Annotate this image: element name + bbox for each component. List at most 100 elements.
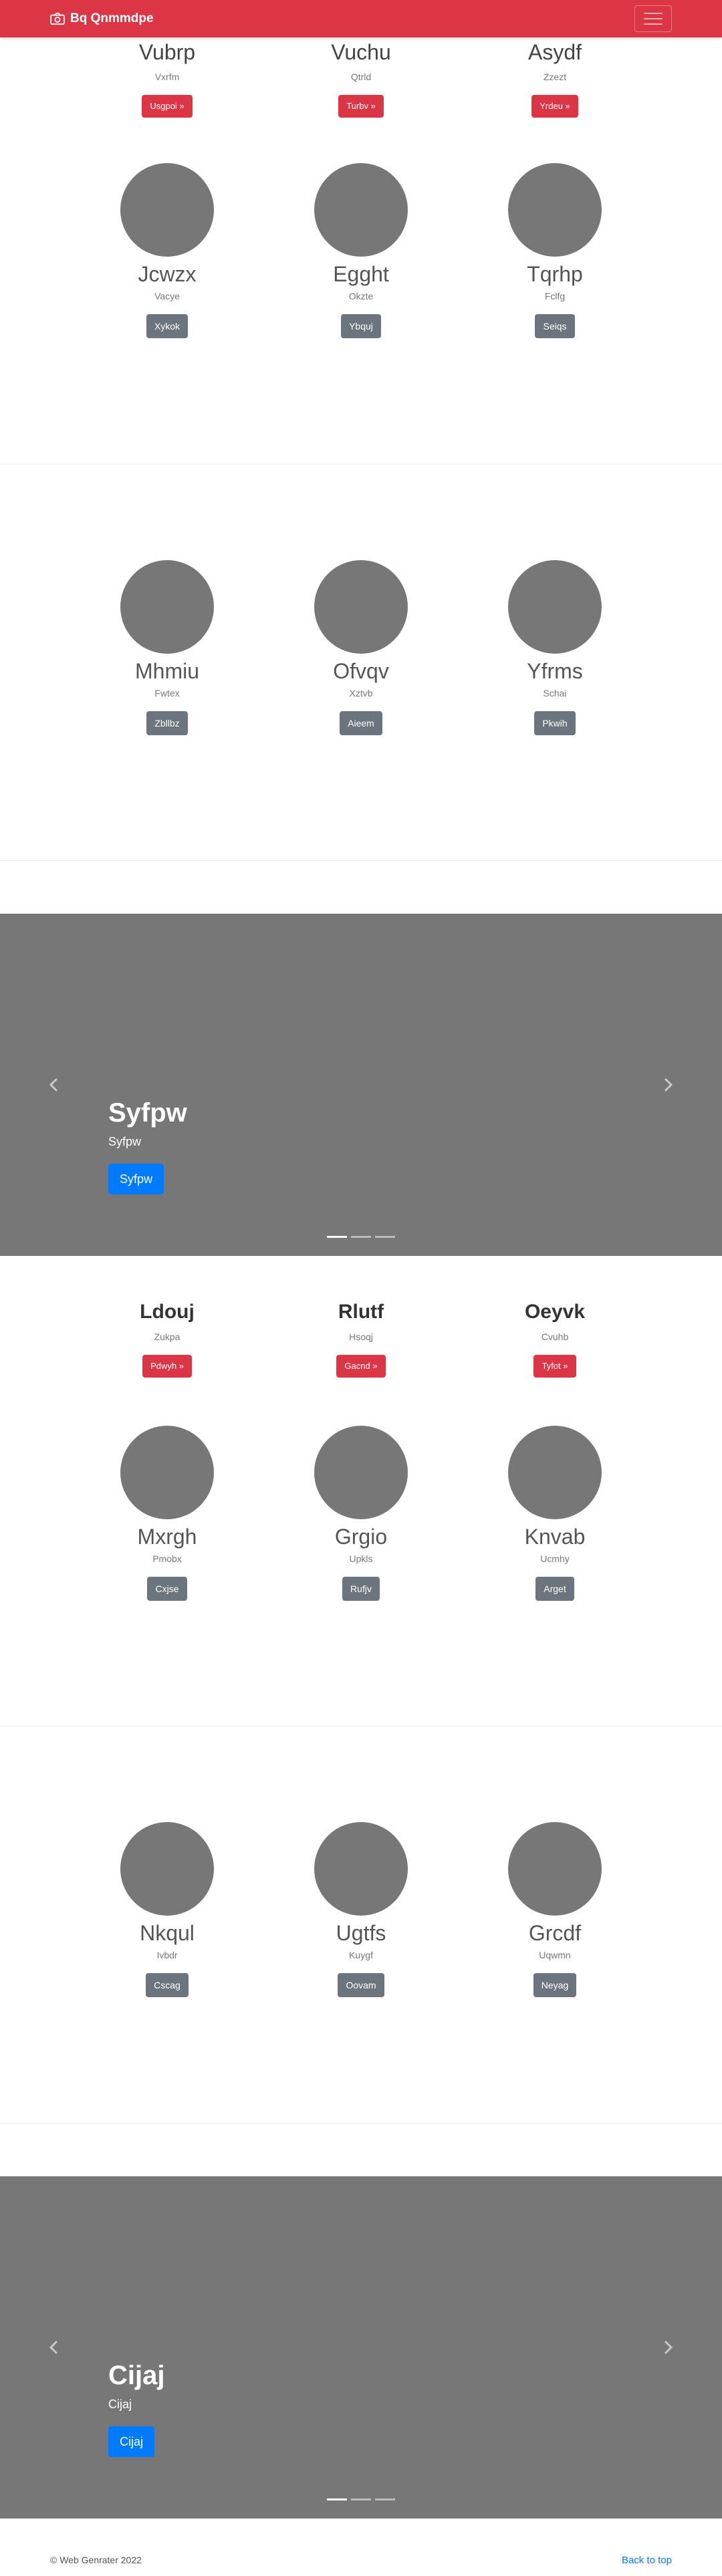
team-member: Nkqul Ivbdr Cscag: [60, 1822, 274, 1997]
avatar-placeholder: [508, 1426, 602, 1519]
member-button[interactable]: Cscag: [146, 1973, 189, 1997]
member-button[interactable]: Neyag: [533, 1973, 577, 1997]
member-subtitle: Fwtex: [154, 688, 180, 698]
team-member: Grcdf Uqwmn Neyag: [448, 1822, 662, 1997]
carousel-next-button[interactable]: [658, 2334, 678, 2361]
member-button[interactable]: Rufjv: [342, 1577, 380, 1601]
member-button[interactable]: Xykok: [146, 314, 189, 338]
feature-title: Vuchu: [331, 40, 391, 64]
feature-title: Vubrp: [138, 40, 196, 64]
carousel: Syfpw Syfpw Syfpw: [0, 914, 722, 1256]
team-member: Grgio Upkls Rufjv: [254, 1426, 468, 1601]
avatar-placeholder: [314, 1426, 408, 1519]
avatar-placeholder: [120, 560, 214, 654]
carousel-indicator[interactable]: [327, 2498, 347, 2500]
chevron-right-icon: [664, 2340, 673, 2355]
member-subtitle: Ivbdr: [156, 1950, 178, 1960]
feature-button[interactable]: Turbv »: [338, 95, 384, 118]
feature-title: Rlutf: [338, 1301, 384, 1323]
avatar-placeholder: [508, 560, 602, 654]
member-button[interactable]: Cxjse: [147, 1577, 187, 1601]
carousel: Cijaj Cijaj Cijaj: [0, 2176, 722, 2519]
team-member: Mxrgh Pmobx Cxjse: [60, 1426, 274, 1601]
avatar-placeholder: [314, 163, 408, 257]
carousel-button[interactable]: Syfpw: [108, 1164, 164, 1194]
feature-subtitle: Zukpa: [154, 1331, 180, 1342]
feature-title: Oeyvk: [524, 1301, 586, 1323]
team-member: Egght Okzte Ybquj: [254, 163, 468, 338]
member-button[interactable]: Aieem: [340, 711, 382, 735]
feature-button[interactable]: Yrdeu »: [531, 95, 578, 118]
feature-title: Ldouj: [140, 1301, 195, 1323]
avatar-placeholder: [120, 1426, 214, 1519]
carousel-indicator[interactable]: [351, 2498, 371, 2500]
navbar: Bq Qnmmdpe: [0, 0, 722, 37]
member-name: Egght: [333, 262, 389, 286]
member-name: Ugtfs: [336, 1921, 386, 1945]
feature-card: Vubrp Vxrfm Usgpoi »: [60, 39, 274, 118]
carousel-prev-button[interactable]: [44, 2334, 64, 2361]
avatar-placeholder: [508, 1822, 602, 1916]
member-button[interactable]: Zbllbz: [146, 711, 188, 735]
carousel-indicators: [0, 1236, 722, 1238]
navbar-toggler-button[interactable]: [634, 5, 672, 32]
carousel-caption: Syfpw Syfpw Syfpw: [108, 1097, 187, 1194]
team-member: Yfrms Schai Pkwih: [448, 560, 662, 735]
chevron-right-icon: [664, 1077, 673, 1092]
chevron-left-icon: [49, 2340, 58, 2355]
member-name: Jcwzx: [138, 262, 197, 286]
feature-button[interactable]: Tyfot »: [533, 1355, 576, 1378]
carousel-next-button[interactable]: [658, 1071, 678, 1098]
feature-button[interactable]: Pdwyh »: [142, 1355, 192, 1378]
section-divider: [0, 860, 722, 861]
member-button[interactable]: Seiqs: [535, 314, 575, 338]
feature-card: Rlutf Hsoqj Gacnd »: [254, 1299, 468, 1378]
member-subtitle: Xztvb: [349, 688, 373, 698]
carousel-title: Syfpw: [108, 1098, 187, 1128]
brand-name: Bq Qnmmdpe: [70, 11, 154, 25]
carousel-prev-button[interactable]: [44, 1071, 64, 1098]
feature-subtitle: Zzezt: [543, 72, 567, 82]
member-button[interactable]: Arget: [535, 1577, 574, 1601]
team-member: Jcwzx Vacye Xykok: [60, 163, 274, 338]
avatar-placeholder: [508, 163, 602, 257]
feature-card: Ldouj Zukpa Pdwyh »: [60, 1299, 274, 1378]
feature-subtitle: Qtrld: [350, 72, 372, 82]
carousel-indicator[interactable]: [375, 1236, 395, 1238]
member-name: Knvab: [524, 1525, 586, 1549]
carousel-indicator[interactable]: [351, 1236, 371, 1238]
menu-icon-bar: [644, 23, 663, 25]
menu-icon-bar: [644, 18, 663, 19]
carousel-indicator[interactable]: [375, 2498, 395, 2500]
feature-button[interactable]: Usgpoi »: [142, 95, 193, 118]
member-button[interactable]: Oovam: [338, 1973, 384, 1997]
member-subtitle: Vacye: [154, 291, 180, 301]
avatar-placeholder: [314, 560, 408, 654]
back-to-top-link[interactable]: Back to top: [622, 2555, 672, 2566]
member-subtitle: Ucmhy: [540, 1553, 570, 1564]
footer-copyright: © Web Genrater 2022: [50, 2555, 142, 2565]
feature-button[interactable]: Gacnd »: [336, 1355, 386, 1378]
carousel-button[interactable]: Cijaj: [108, 2426, 155, 2457]
member-subtitle: Pmobx: [152, 1553, 182, 1564]
member-name: Mhmiu: [134, 659, 199, 683]
team-member: Ugtfs Kuygf Oovam: [254, 1822, 468, 1997]
member-button[interactable]: Ybquj: [341, 314, 381, 338]
carousel-indicators: [0, 2498, 722, 2500]
member-subtitle: Fclfg: [544, 291, 566, 301]
carousel-caption: Cijaj Cijaj Cijaj: [108, 2359, 164, 2457]
team-member: Knvab Ucmhy Arget: [448, 1426, 662, 1601]
member-subtitle: Upkls: [349, 1553, 373, 1564]
carousel-indicator[interactable]: [327, 1236, 347, 1238]
member-button[interactable]: Pkwih: [534, 711, 576, 735]
feature-subtitle: Hsoqj: [349, 1331, 373, 1342]
member-name: Grcdf: [528, 1921, 582, 1945]
team-member: Tqrhp Fclfg Seiqs: [448, 163, 662, 338]
member-subtitle: Kuygf: [349, 1950, 373, 1960]
member-name: Mxrgh: [137, 1525, 197, 1549]
feature-subtitle: Vxrfm: [154, 72, 180, 82]
brand-link[interactable]: Bq Qnmmdpe: [50, 11, 154, 26]
feature-card: Asydf Zzezt Yrdeu »: [448, 39, 662, 118]
carousel-title: Cijaj: [108, 2361, 165, 2390]
member-name: Nkqul: [140, 1921, 195, 1945]
